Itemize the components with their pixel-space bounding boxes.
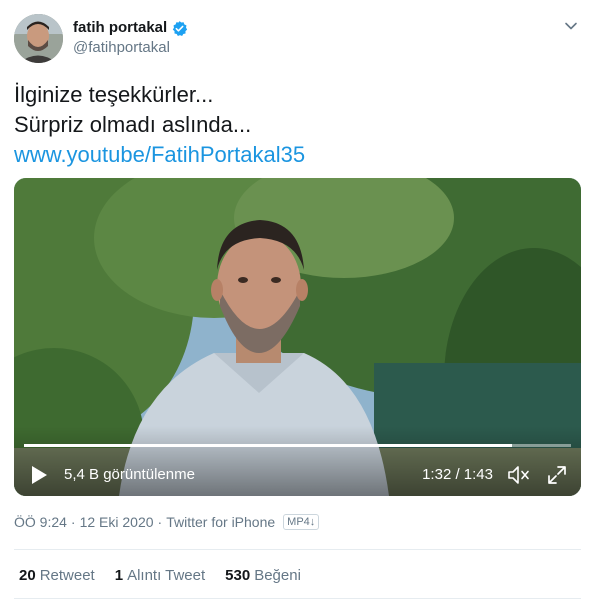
- tweet-card: fatih portakal @fatihportakal İlginize t…: [0, 0, 593, 604]
- progress-fill: [24, 444, 513, 447]
- divider: [14, 549, 581, 550]
- retweets-stat[interactable]: 20 Retweet: [19, 567, 95, 584]
- display-name-row: fatih portakal: [73, 18, 188, 38]
- quotes-label: Alıntı Tweet: [127, 567, 206, 584]
- video-time: 1:32 / 1:43: [422, 466, 493, 483]
- tweet-meta: ÖÖ 9:24 · 12 Eki 2020 · Twitter for iPho…: [14, 514, 320, 530]
- meta-separator: ·: [70, 514, 76, 530]
- tweet-text: İlginize teşekkürler... Sürpriz olmadı a…: [14, 80, 574, 170]
- quotes-stat[interactable]: 1 Alıntı Tweet: [115, 567, 205, 584]
- likes-count: 530: [225, 567, 251, 584]
- video-player[interactable]: 5,4 B görüntülenme 1:32 / 1:43: [14, 178, 581, 496]
- handle[interactable]: @fatihportakal: [73, 38, 188, 58]
- tweet-stats: 20 Retweet 1 Alıntı Tweet 530 Beğeni: [19, 567, 301, 584]
- fullscreen-icon[interactable]: [547, 465, 567, 485]
- quotes-count: 1: [114, 567, 124, 584]
- author-block: fatih portakal @fatihportakal: [73, 18, 188, 58]
- tweet-source[interactable]: Twitter for iPhone: [166, 514, 275, 530]
- chevron-down-icon[interactable]: [563, 18, 579, 34]
- tweet-link[interactable]: www.youtube/FatihPortakal35: [14, 142, 305, 167]
- verified-icon: [171, 20, 188, 37]
- likes-label: Beğeni: [254, 567, 301, 584]
- retweets-label: Retweet: [39, 567, 95, 584]
- tweet-time[interactable]: ÖÖ 9:24: [14, 514, 67, 530]
- meta-separator: ·: [157, 514, 163, 530]
- display-name[interactable]: fatih portakal: [73, 18, 167, 38]
- avatar[interactable]: [14, 14, 63, 63]
- volume-icon[interactable]: [507, 464, 531, 486]
- tweet-text-line-2: Sürpriz olmadı aslında...: [14, 112, 252, 137]
- view-count: 5,4 B görüntülenme: [64, 466, 195, 483]
- retweets-count: 20: [19, 567, 36, 584]
- likes-stat[interactable]: 530 Beğeni: [225, 567, 301, 584]
- tweet-text-line-1: İlginize teşekkürler...: [14, 82, 214, 107]
- mp4-download-badge[interactable]: MP4↓: [283, 514, 320, 530]
- progress-bar[interactable]: [24, 444, 571, 447]
- divider: [14, 598, 581, 599]
- play-icon[interactable]: [30, 465, 48, 485]
- controls-shade: [14, 426, 581, 496]
- tweet-date[interactable]: 12 Eki 2020: [80, 514, 154, 530]
